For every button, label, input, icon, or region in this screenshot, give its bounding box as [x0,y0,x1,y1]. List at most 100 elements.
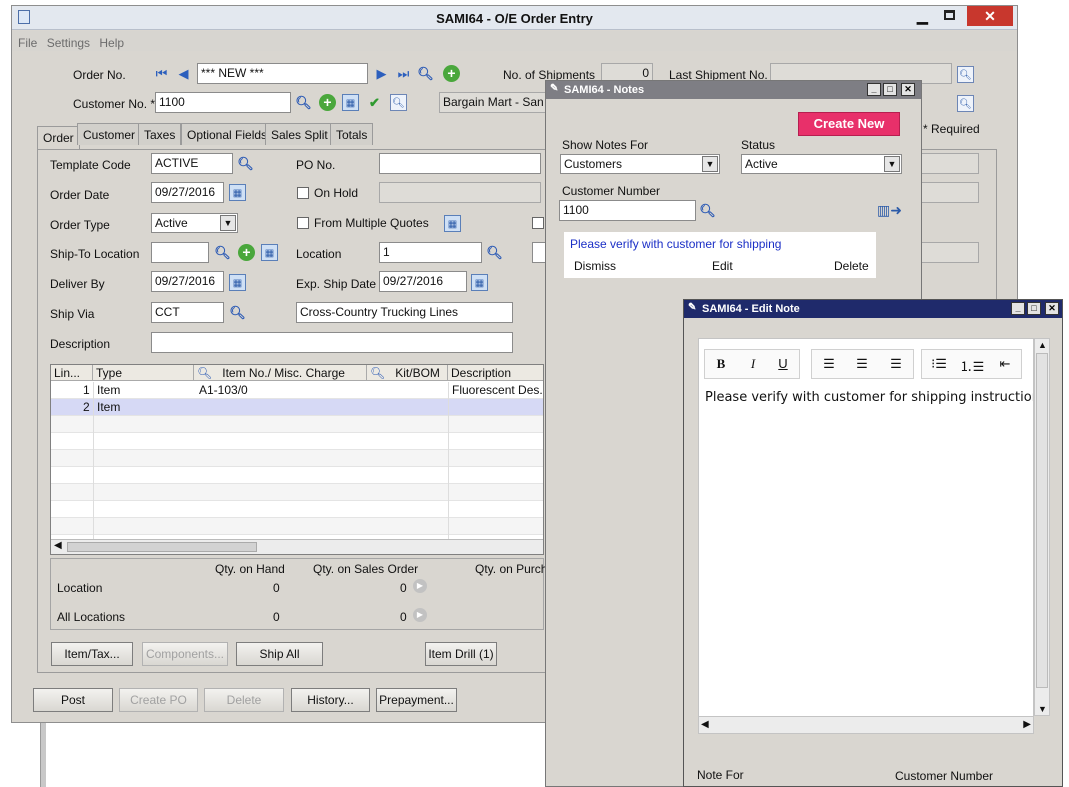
edit-minimize-icon[interactable]: _ [1011,302,1025,315]
dismiss-link[interactable]: Dismiss [574,259,616,273]
maximize-icon[interactable] [944,10,955,20]
new-order-icon[interactable]: + [443,65,460,82]
chevron-down-icon[interactable]: ▼ [702,156,718,172]
status-select[interactable]: Active ▼ [741,154,902,174]
customer-no-input[interactable]: 1100 [155,92,291,113]
deliver-by-input[interactable]: 09/27/2016 [151,271,224,292]
scroll-left-icon[interactable]: ◀ [701,719,709,730]
order-search-icon[interactable]: 🔍︎ [417,65,434,82]
prepayment-button[interactable]: Prepayment... [376,688,457,712]
location-drill-icon[interactable]: ▶ [413,579,427,593]
editor-area[interactable]: B I U ☰ ☰ ☰ ⁝☰ ⒈☰ ⇤ Please verify with c… [698,338,1034,722]
notes-customer-search-icon[interactable]: 🔍︎ [699,202,716,219]
previous-record-icon[interactable]: ◀ [175,65,192,82]
history-button[interactable]: History... [291,688,370,712]
description-input[interactable] [151,332,513,353]
close-icon[interactable]: ✕ [967,6,1013,26]
chevron-down-icon[interactable]: ▼ [884,156,900,172]
notes-close-icon[interactable]: ✕ [901,83,915,96]
order-date-input[interactable]: 09/27/2016 [151,182,224,203]
components-button[interactable]: Components... [142,642,228,666]
horizontal-scrollbar[interactable]: ◀ ▶ [698,716,1034,734]
edit-link[interactable]: Edit [712,259,733,273]
new-customer-icon[interactable]: + [319,94,336,111]
numbered-list-icon[interactable]: ⒈☰ [958,356,986,374]
scroll-down-icon[interactable]: ▼ [1038,704,1047,714]
next-record-icon[interactable]: ▶ [373,65,390,82]
order-type-select[interactable]: Active ▼ [151,213,238,233]
ship-via-search-icon[interactable]: 🔍︎ [229,304,246,321]
exp-ship-input[interactable]: 09/27/2016 [379,271,467,292]
scroll-left-icon[interactable]: ◀ [54,540,62,551]
customer-search-icon[interactable]: 🔍︎ [295,94,312,111]
underline-icon[interactable]: U [769,356,797,374]
edit-close-icon[interactable]: ✕ [1045,302,1059,315]
scroll-up-icon[interactable]: ▲ [1038,340,1047,350]
ship-to-detail-icon[interactable]: ▦ [261,244,278,261]
ship-via-input[interactable]: CCT [151,302,224,323]
grid-header-kit[interactable]: 🔍︎ Kit/BOM [367,365,448,381]
customer-zoom-icon[interactable]: 🔍︎ [390,94,407,111]
location-search-icon[interactable]: 🔍︎ [486,244,503,261]
scroll-right-icon[interactable]: ▶ [1023,719,1031,730]
order-no-input[interactable]: *** NEW *** [197,63,368,84]
exp-ship-calendar-icon[interactable]: ▦ [471,274,488,291]
menu-help[interactable]: Help [93,31,124,50]
align-right-icon[interactable]: ☰ [882,356,910,374]
customer-name-zoom-icon[interactable]: 🔍︎ [957,95,974,112]
outdent-icon[interactable]: ⇤ [991,356,1019,374]
export-icon[interactable]: ▥➜ [877,202,902,219]
align-center-icon[interactable]: ☰ [848,356,876,374]
grid-header-description[interactable]: Description [448,365,543,381]
grid-header-line[interactable]: Lin... [51,365,93,381]
grid-header-type[interactable]: Type [93,365,194,381]
tab-totals[interactable]: Totals [330,123,374,145]
create-new-button[interactable]: Create New [798,112,900,136]
create-po-button[interactable]: Create PO [119,688,198,712]
delete-link[interactable]: Delete [834,259,869,273]
template-code-input[interactable]: ACTIVE [151,153,233,174]
bold-icon[interactable]: B [707,356,735,374]
tab-optional-fields[interactable]: Optional Fields [181,123,274,145]
note-card-text[interactable]: Please verify with customer for shipping [570,237,781,251]
menu-file[interactable]: File [12,31,37,50]
notes-maximize-icon[interactable]: □ [883,83,897,96]
show-notes-for-select[interactable]: Customers ▼ [560,154,720,174]
template-search-icon[interactable]: 🔍︎ [237,155,254,172]
tab-taxes[interactable]: Taxes [138,123,182,145]
menu-settings[interactable]: Settings [41,31,90,50]
order-date-calendar-icon[interactable]: ▦ [229,184,246,201]
notes-minimize-icon[interactable]: _ [867,83,881,96]
scroll-thumb[interactable] [67,542,257,552]
tab-customer[interactable]: Customer [77,123,142,145]
scroll-thumb[interactable] [1036,353,1048,688]
bullet-list-icon[interactable]: ⁝☰ [925,356,953,374]
item-drill-button[interactable]: Item Drill (1) [425,642,497,666]
vertical-scrollbar[interactable]: ▲ ▼ [1034,338,1050,716]
chevron-down-icon[interactable]: ▼ [220,215,236,231]
kit-search-icon[interactable]: 🔍︎ [370,366,385,380]
ship-all-button[interactable]: Ship All [236,642,323,666]
first-record-icon[interactable]: ⏮ [153,65,170,82]
note-content[interactable]: Please verify with customer for shipping… [705,390,1033,405]
item-tax-button[interactable]: Item/Tax... [51,642,133,666]
horizontal-scrollbar[interactable]: ◀ [51,539,543,554]
deliver-by-calendar-icon[interactable]: ▦ [229,274,246,291]
check-credit-icon[interactable]: ✔ [366,94,383,111]
last-record-icon[interactable]: ⏭ [395,65,412,82]
edit-maximize-icon[interactable]: □ [1027,302,1041,315]
extra-checkbox[interactable] [532,217,544,229]
new-ship-to-icon[interactable]: + [238,244,255,261]
customer-number-input[interactable]: 1100 [559,200,696,221]
quotes-detail-icon[interactable]: ▦ [444,215,461,232]
italic-icon[interactable]: I [739,356,767,374]
multiple-quotes-checkbox[interactable] [297,217,309,229]
item-search-icon[interactable]: 🔍︎ [197,366,212,380]
post-button[interactable]: Post [33,688,113,712]
po-no-input[interactable] [379,153,541,174]
ship-to-search-icon[interactable]: 🔍︎ [214,244,231,261]
grid-header-item[interactable]: 🔍︎ Item No./ Misc. Charge [194,365,367,381]
tab-order[interactable]: Order [37,126,80,150]
customer-detail-icon[interactable]: ▦ [342,94,359,111]
on-hold-checkbox[interactable] [297,187,309,199]
